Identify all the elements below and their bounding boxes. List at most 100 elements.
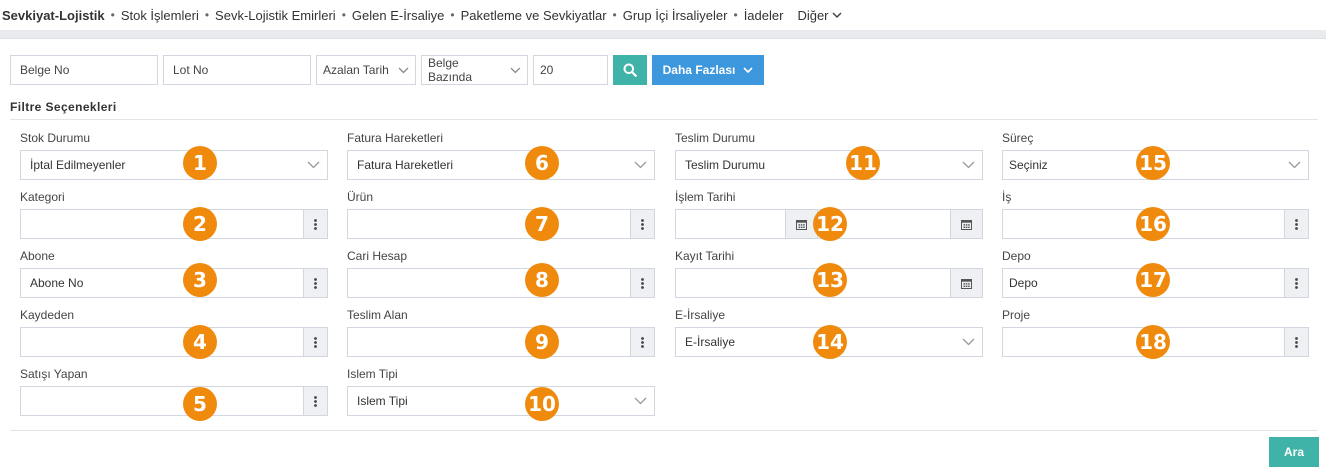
more-vertical-icon[interactable] [303,327,328,357]
search-button[interactable] [613,55,647,85]
more-vertical-icon[interactable] [303,209,328,239]
divider [10,430,1318,431]
more-vertical-icon[interactable] [303,268,328,298]
field-stok-durumu: Stok Durumu İptal Edilmeyenler [20,131,328,180]
urun-input[interactable] [347,209,655,239]
basis-select[interactable]: Belge Bazında [421,55,528,85]
lot-no-input[interactable]: Lot No [163,55,311,85]
marker-badge: 6 [525,146,559,180]
abone-value: Abone No [30,276,84,290]
nav-item-iadeler[interactable]: İadeler [744,8,784,23]
field-teslim-alan: Teslim Alan [347,308,655,357]
kategori-input[interactable] [20,209,328,239]
marker-badge: 8 [525,263,559,297]
more-options-label: Daha Fazlası [662,63,736,77]
nav-bullet: • [612,8,617,22]
marker-badge: 12 [813,207,847,241]
field-surec: Süreç Seçiniz [1002,131,1310,180]
field-label: E-İrsaliye [675,308,726,322]
field-proje: Proje [1002,308,1310,357]
field-label: Abone [20,249,55,263]
cari-hesap-input[interactable] [347,268,655,298]
marker-badge: 9 [525,325,559,359]
field-islem-tarihi: İşlem Tarihi [675,190,983,239]
nav-item-stok-islemleri[interactable]: Stok İşlemleri [121,8,199,23]
fatura-hareketleri-select[interactable]: Fatura Hareketleri [347,150,655,180]
nav-more-label: Diğer [797,7,829,23]
nav-bullet: • [341,8,346,22]
page-size-value: 20 [540,63,554,77]
nav-more-dropdown[interactable]: Diğer [797,7,842,23]
marker-badge: 15 [1136,146,1170,180]
nav-bullet: • [204,8,210,22]
field-cari-hesap: Cari Hesap [347,249,655,298]
nav-brand[interactable]: Sevkiyat-Lojistik [2,8,105,23]
field-satisi-yapan: Satışı Yapan [20,367,328,416]
field-label: İş [1002,190,1012,204]
chevron-down-icon [626,161,654,169]
teslim-durumu-value: Teslim Durumu [685,158,766,172]
more-vertical-icon[interactable] [303,386,328,416]
field-label: Fatura Hareketleri [347,131,444,145]
fatura-hareketleri-value: Fatura Hareketleri [357,158,454,172]
field-label: Cari Hesap [347,249,408,263]
chevron-down-icon [626,397,654,405]
more-vertical-icon[interactable] [1284,268,1309,298]
more-vertical-icon[interactable] [1284,209,1309,239]
calendar-icon[interactable] [950,210,982,238]
more-vertical-icon[interactable] [630,209,655,239]
more-options-button[interactable]: Daha Fazlası [652,55,764,85]
islem-tarihi-start-input[interactable] [675,209,818,239]
field-kategori: Kategori [20,190,328,239]
nav-bullet: • [733,8,738,22]
marker-badge: 1 [183,146,217,180]
nav-bullet: • [110,8,115,22]
field-fatura-hareketleri: Fatura Hareketleri Fatura Hareketleri [347,131,655,180]
more-vertical-icon[interactable] [1284,327,1309,357]
lot-no-placeholder: Lot No [173,63,209,77]
chevron-down-icon [398,67,409,73]
sort-select[interactable]: Azalan Tarih [316,55,416,85]
kaydeden-input[interactable] [20,327,328,357]
marker-badge: 4 [183,325,217,359]
stok-durumu-value: İptal Edilmeyenler [30,158,126,172]
abone-input[interactable]: Abone No [20,268,328,298]
islem-tipi-select[interactable]: Islem Tipi [347,386,655,416]
nav-item-paketleme-sevkiyatlar[interactable]: Paketleme ve Sevkiyatlar [461,8,607,23]
islem-tipi-value: Islem Tipi [357,394,408,408]
nav-item-gelen-e-irsaliye[interactable]: Gelen E-İrsaliye [352,8,444,23]
more-vertical-icon[interactable] [630,327,655,357]
field-depo: Depo Depo [1002,249,1310,298]
marker-badge: 10 [525,387,559,421]
teslim-durumu-select[interactable]: Teslim Durumu [675,150,983,180]
stok-durumu-select[interactable]: İptal Edilmeyenler [20,150,328,180]
field-label: Teslim Durumu [675,131,756,145]
chevron-down-icon [954,161,982,169]
header-divider-bar [0,30,1326,39]
field-label: Kaydeden [20,308,75,322]
belge-no-input[interactable]: Belge No [10,55,158,85]
chevron-down-icon [299,161,327,169]
ara-button[interactable]: Ara [1269,437,1319,467]
teslim-alan-input[interactable] [347,327,655,357]
marker-badge: 16 [1136,207,1170,241]
field-label: Proje [1002,308,1031,322]
marker-badge: 11 [846,146,880,180]
marker-badge: 13 [813,263,847,297]
nav-item-grup-ici-irsaliyeler[interactable]: Grup İçi İrsaliyeler [623,8,728,23]
satisi-yapan-input[interactable] [20,386,328,416]
nav-bullet: • [450,8,455,22]
chevron-down-icon [510,67,521,73]
marker-badge: 18 [1136,325,1170,359]
field-is: İş [1002,190,1310,239]
calendar-icon[interactable] [950,269,982,297]
chevron-down-icon [831,11,842,18]
page-size-input[interactable]: 20 [533,55,608,85]
more-vertical-icon[interactable] [630,268,655,298]
field-label: Satışı Yapan [20,367,88,381]
nav-item-sevk-lojistik-emirleri[interactable]: Sevk-Lojistik Emirleri [215,8,336,23]
field-label: Kayıt Tarihi [675,249,735,263]
marker-badge: 3 [183,263,217,297]
field-label: Teslim Alan [347,308,408,322]
filter-section-title: Filtre Seçenekleri [10,100,117,114]
